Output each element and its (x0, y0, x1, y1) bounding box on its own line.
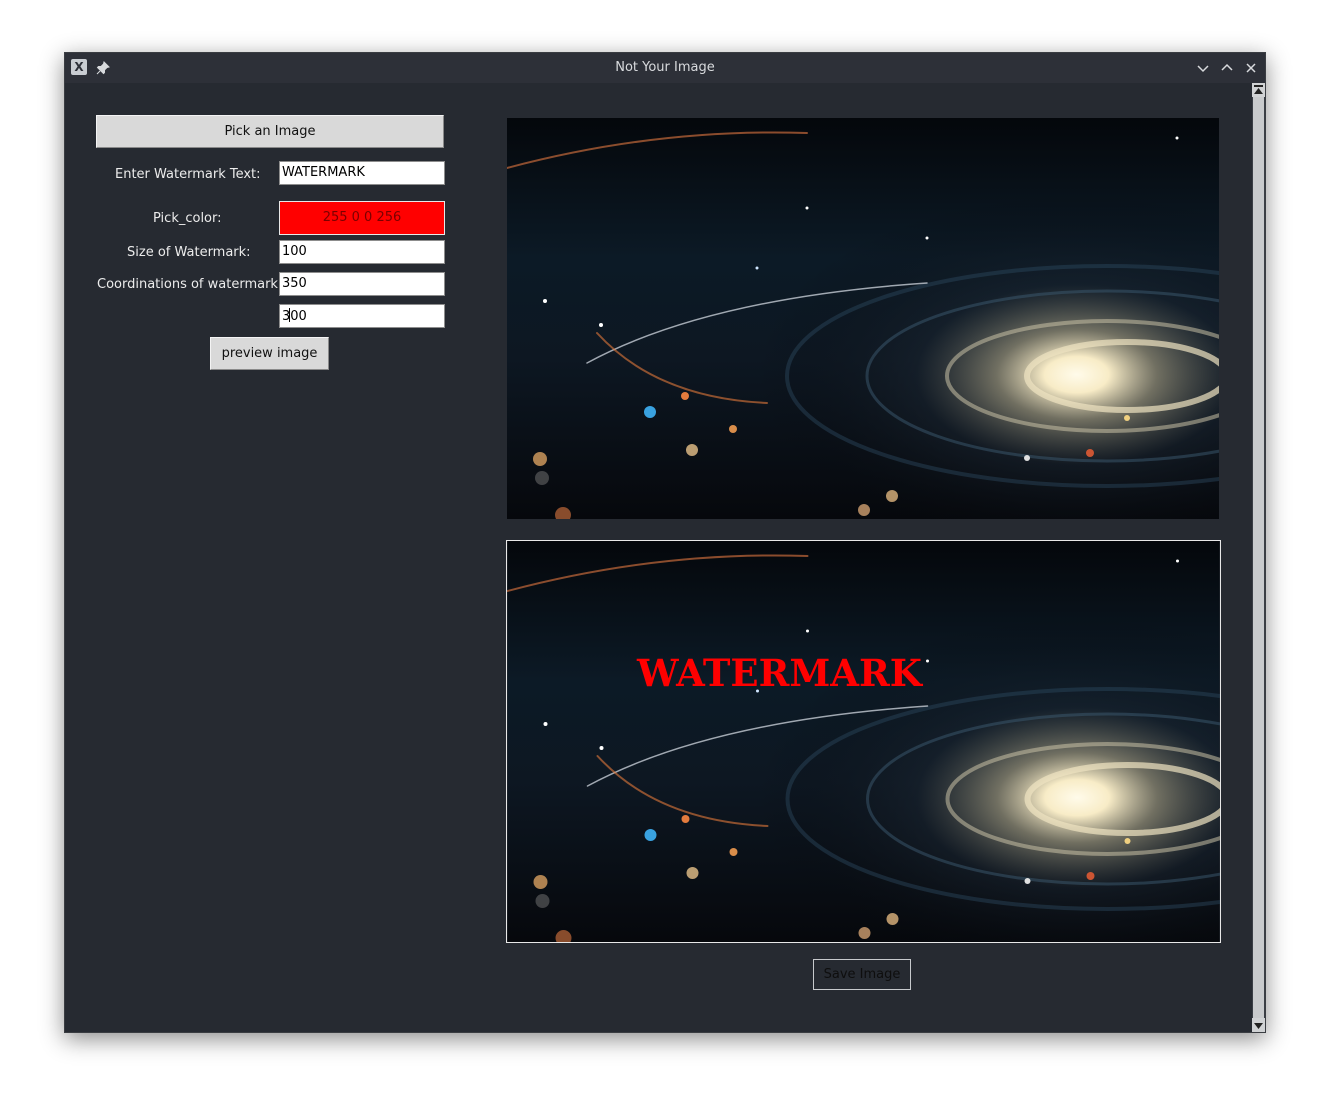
coord-x-input[interactable]: 350 (279, 272, 445, 296)
scrollbar-thumb[interactable] (1253, 97, 1264, 1018)
preview-image-button[interactable]: preview image (210, 337, 329, 370)
coord-y-text-after-caret: 00 (290, 309, 307, 324)
window-title: Not Your Image (615, 60, 715, 75)
watermark-text-label: Enter Watermark Text: (115, 167, 261, 182)
watermark-overlay-text: WATERMARK (637, 651, 922, 695)
scroll-down-arrow-icon[interactable] (1252, 1018, 1265, 1032)
title-bar[interactable]: X Not Your Image (65, 53, 1265, 83)
pick-image-button[interactable]: Pick an Image (96, 115, 444, 148)
coord-y-input[interactable]: 300 (279, 304, 445, 328)
save-image-button[interactable]: Save Image (813, 959, 911, 990)
vertical-scrollbar[interactable] (1252, 83, 1265, 1032)
pick-color-label: Pick_color: (153, 211, 222, 226)
galaxy-image (507, 118, 1219, 519)
size-label: Size of Watermark: (127, 245, 251, 260)
coordinates-label: Coordinations of watermark: (97, 277, 283, 292)
size-input[interactable]: 100 (279, 240, 445, 264)
scroll-up-arrow-icon[interactable] (1252, 83, 1265, 97)
minimize-icon[interactable] (1195, 60, 1211, 76)
color-picker-button[interactable]: 255 0 0 256 (279, 201, 445, 235)
galaxy-image-preview (507, 541, 1220, 942)
watermark-text-input[interactable]: WATERMARK (279, 161, 445, 185)
original-image (507, 118, 1219, 519)
app-window: X Not Your Image Pick an Image Enter Wat… (64, 52, 1266, 1033)
close-icon[interactable] (1243, 60, 1259, 76)
preview-image: WATERMARK (506, 540, 1221, 943)
maximize-icon[interactable] (1219, 60, 1235, 76)
